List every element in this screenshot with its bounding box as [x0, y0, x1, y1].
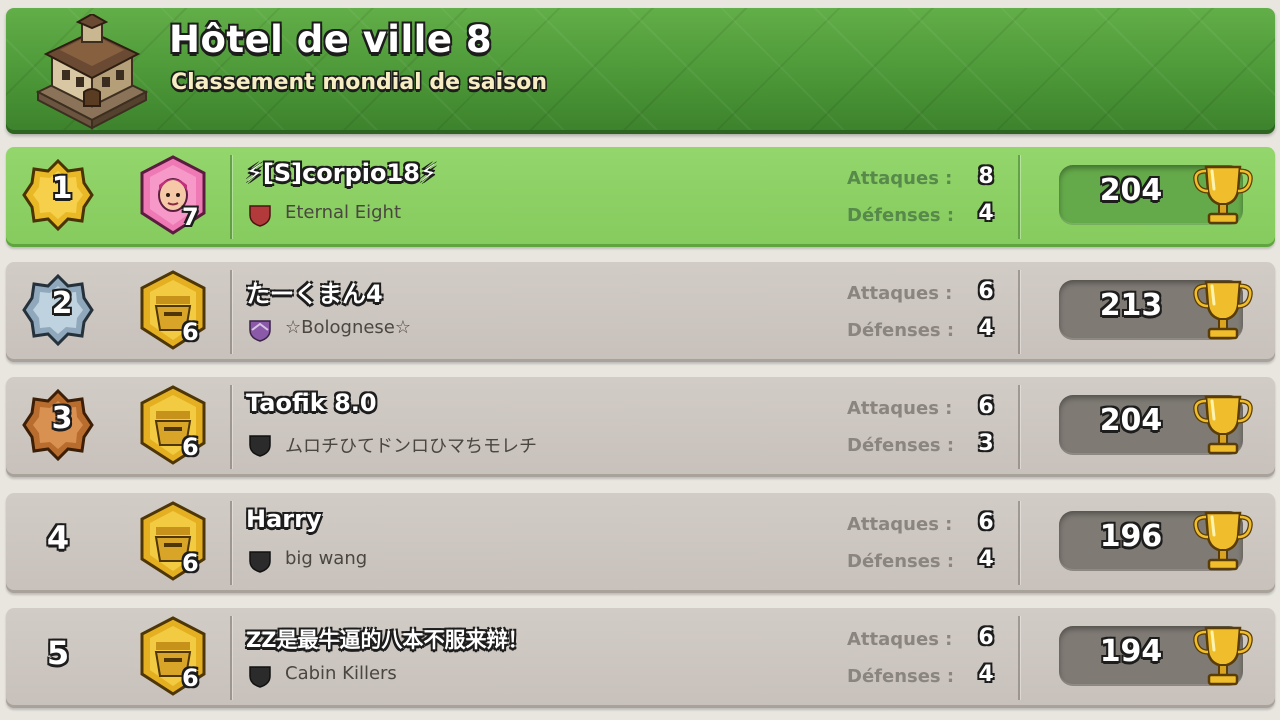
- leaderboard-row[interactable]: 3 6 Taofik 8.0 ムロチひてドンロひマちモレチ Attaques :…: [6, 377, 1275, 477]
- defenses-label: Défenses :: [847, 205, 955, 226]
- player-level: 6: [182, 664, 199, 692]
- trophy-icon: [1193, 395, 1253, 455]
- divider: [230, 385, 232, 469]
- defenses-label: Défenses :: [847, 551, 955, 572]
- divider: [230, 501, 232, 585]
- divider: [1018, 385, 1020, 469]
- trophy-icon: [1193, 626, 1253, 686]
- defenses-value: 4: [978, 547, 994, 572]
- player-name[interactable]: Taofik 8.0: [246, 389, 377, 417]
- leaderboard-row[interactable]: 5 6 ZZ是最牛逼的八本不服来辩！ Cabin Killers Attaque…: [6, 608, 1275, 708]
- player-level: 7: [182, 203, 199, 231]
- rank-number: 5: [46, 634, 70, 672]
- attacks-label: Attaques :: [847, 283, 953, 304]
- clan-shield-icon: [249, 320, 271, 342]
- attacks-label: Attaques :: [847, 514, 953, 535]
- trophy-icon: [1193, 511, 1253, 571]
- defenses-value: 4: [978, 662, 994, 687]
- clan-shield-icon: [249, 666, 271, 688]
- attacks-value: 6: [978, 279, 994, 304]
- player-level: 6: [182, 318, 199, 346]
- leaderboard-row[interactable]: 4 6 Harry big wang Attaques : 6 Défenses…: [6, 493, 1275, 593]
- divider: [230, 155, 232, 239]
- trophy-count: 213: [1099, 288, 1163, 323]
- clan-shield-icon: [249, 551, 271, 573]
- player-name[interactable]: Harry: [246, 505, 322, 533]
- divider: [1018, 270, 1020, 354]
- rank-number: 1: [51, 171, 73, 206]
- trophy-icon: [1193, 280, 1253, 340]
- rank-number: 3: [51, 401, 73, 436]
- page-title: Hôtel de ville 8: [169, 18, 493, 61]
- divider: [1018, 155, 1020, 239]
- rank-number: 4: [46, 519, 70, 557]
- clan-name[interactable]: big wang: [285, 548, 367, 569]
- player-name[interactable]: ⚡[S]corpio18⚡: [246, 159, 437, 187]
- clan-name[interactable]: ☆Bolognese☆: [285, 317, 411, 338]
- clan-shield-icon: [249, 205, 271, 227]
- divider: [230, 270, 232, 354]
- trophy-icon: [1193, 165, 1253, 225]
- defenses-label: Défenses :: [847, 320, 955, 341]
- attacks-value: 6: [978, 510, 994, 535]
- defenses-value: 4: [978, 316, 994, 341]
- attacks-value: 6: [978, 625, 994, 650]
- trophy-count: 204: [1099, 173, 1163, 208]
- attacks-label: Attaques :: [847, 398, 953, 419]
- divider: [1018, 501, 1020, 585]
- attacks-value: 6: [978, 394, 994, 419]
- attacks-value: 8: [978, 164, 994, 189]
- player-name[interactable]: ZZ是最牛逼的八本不服来辩！: [246, 624, 528, 654]
- divider: [1018, 616, 1020, 700]
- player-level: 6: [182, 433, 199, 461]
- leaderboard-screen: Hôtel de ville 8 Classement mondial de s…: [0, 0, 1280, 720]
- clan-name[interactable]: Eternal Eight: [285, 202, 401, 223]
- defenses-value: 4: [978, 201, 994, 226]
- page-subtitle: Classement mondial de saison: [171, 70, 548, 95]
- trophy-count: 196: [1099, 519, 1163, 554]
- clan-shield-icon: [249, 435, 271, 457]
- clan-name[interactable]: Cabin Killers: [285, 663, 397, 684]
- rank-number: 2: [51, 286, 73, 321]
- defenses-label: Défenses :: [847, 435, 955, 456]
- clan-name[interactable]: ムロチひてドンロひマちモレチ: [285, 432, 537, 458]
- trophy-count: 194: [1099, 634, 1163, 669]
- player-level: 6: [182, 549, 199, 577]
- defenses-value: 3: [978, 431, 994, 456]
- player-name[interactable]: たーくまん4: [246, 274, 383, 309]
- leaderboard-row[interactable]: 1 7 ⚡[S]corpio18⚡ Eternal Eight Attaques…: [6, 147, 1275, 247]
- defenses-label: Défenses :: [847, 666, 955, 687]
- attacks-label: Attaques :: [847, 168, 953, 189]
- leaderboard-row[interactable]: 2 6 たーくまん4 ☆Bolognese☆ Attaques : 6 Défe…: [6, 262, 1275, 362]
- divider: [230, 616, 232, 700]
- trophy-count: 204: [1099, 403, 1163, 438]
- attacks-label: Attaques :: [847, 629, 953, 650]
- leaderboard-header: Hôtel de ville 8 Classement mondial de s…: [6, 8, 1275, 134]
- town-hall-8-icon: [35, 14, 149, 130]
